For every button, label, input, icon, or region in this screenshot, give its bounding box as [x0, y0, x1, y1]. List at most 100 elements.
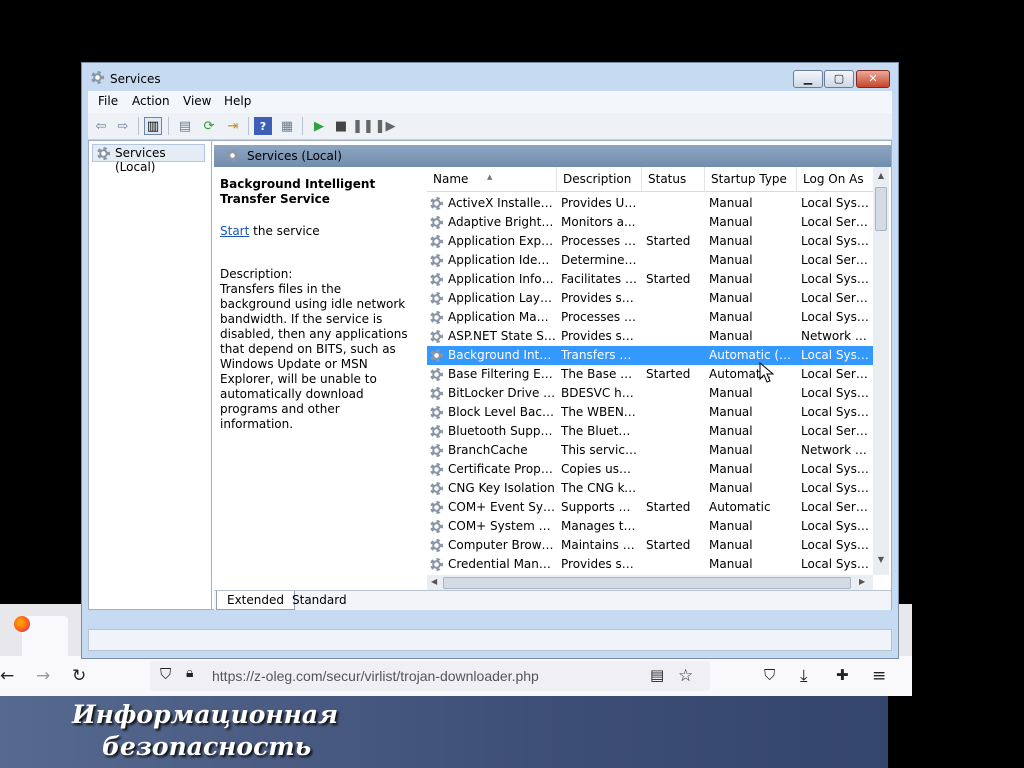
forward-arrow-icon[interactable]: ⇨: [114, 117, 132, 135]
table-row[interactable]: BitLocker Drive En... BDESVC hos... Manual…: [427, 384, 873, 403]
cell-startup-type: Manual: [709, 386, 753, 400]
cell-description: The Bluetoo...: [561, 424, 637, 438]
table-row[interactable]: BranchCache This service ... Manual Network…: [427, 441, 873, 460]
minimize-button[interactable]: ▁: [793, 70, 823, 88]
shield-icon[interactable]: ⛉: [160, 665, 171, 683]
service-gear-icon: [430, 501, 443, 514]
cell-status: [646, 403, 702, 422]
cell-startup-type: Manual: [709, 272, 753, 286]
table-row[interactable]: Computer Browser Maintains a... Started Man…: [427, 536, 873, 555]
maximize-icon: ▢: [833, 72, 845, 85]
cell-log-on-as: Local Service: [801, 367, 873, 381]
service-gear-icon: [430, 482, 443, 495]
table-row[interactable]: Application Mana... Processes in... Manual…: [427, 308, 873, 327]
stop-icon[interactable]: ■: [332, 117, 350, 135]
column-header-description[interactable]: Description: [557, 167, 642, 191]
console-tree-icon[interactable]: ▥: [144, 117, 162, 135]
forward-icon[interactable]: →: [36, 666, 50, 686]
reload-icon[interactable]: ↻: [72, 666, 86, 686]
url-text[interactable]: https://z-oleg.com/secur/virlist/trojan-…: [212, 668, 539, 684]
description-text: Transfers files in the background using …: [220, 282, 408, 431]
cell-startup-type: Manual: [709, 196, 753, 210]
service-name: BitLocker Drive En...: [448, 386, 556, 400]
cell-description: Maintains a...: [561, 538, 637, 552]
table-row[interactable]: Credential Manager Provides se... Manual Lo…: [427, 555, 873, 574]
table-row[interactable]: Adaptive Brightness Monitors a... Manual Lo…: [427, 213, 873, 232]
menu-view[interactable]: View: [183, 94, 211, 108]
scroll-up-icon[interactable]: ▲: [873, 171, 889, 180]
menu-action[interactable]: Action: [132, 94, 170, 108]
close-icon: ✕: [868, 72, 878, 85]
table-row[interactable]: Application Identity Determines ... Manual…: [427, 251, 873, 270]
vertical-scroll-thumb[interactable]: [875, 187, 887, 231]
url-bar[interactable]: ⛉ 🔒︎ https://z-oleg.com/secur/virlist/tr…: [150, 661, 710, 691]
table-row[interactable]: COM+ Event Syst... Supports Sy... Started A…: [427, 498, 873, 517]
pause-icon[interactable]: ❚❚: [352, 117, 374, 135]
service-name: Application Infor...: [448, 272, 556, 286]
scroll-right-icon[interactable]: ▶: [859, 577, 865, 586]
vertical-scrollbar[interactable]: ▲ ▼: [873, 167, 889, 575]
table-row[interactable]: COM+ System Ap... Manages th... Manual Loca…: [427, 517, 873, 536]
menu-file[interactable]: File: [98, 94, 118, 108]
menu-help[interactable]: Help: [224, 94, 251, 108]
play-icon[interactable]: ▶: [310, 117, 328, 135]
scroll-down-icon[interactable]: ▼: [873, 555, 889, 564]
table-row[interactable]: CNG Key Isolation The CNG ke... Manual Loca…: [427, 479, 873, 498]
tree-item-services-local[interactable]: Services (Local): [92, 144, 205, 174]
service-gear-icon: [430, 406, 443, 419]
table-row[interactable]: Certificate Propag... Copies user ... Manu…: [427, 460, 873, 479]
back-icon[interactable]: ←: [0, 666, 14, 686]
table-row[interactable]: Block Level Backu... The WBENG... Manual Lo…: [427, 403, 873, 422]
export-list-icon[interactable]: ⇥: [224, 117, 242, 135]
maximize-button[interactable]: ▢: [824, 70, 854, 88]
service-name: ActiveX Installer (...: [448, 196, 556, 210]
status-bar: [88, 629, 892, 651]
table-row[interactable]: Application Infor... Facilitates t... Star…: [427, 270, 873, 289]
cell-name: ASP.NET State Ser...: [430, 327, 556, 346]
table-row[interactable]: Base Filtering Engi... The Base Fil... Sta…: [427, 365, 873, 384]
table-row[interactable]: ActiveX Installer (... Provides Us... Manu…: [427, 194, 873, 213]
column-header-status[interactable]: Status: [642, 167, 705, 191]
cell-name: Base Filtering Engi...: [430, 365, 556, 384]
tab-standard[interactable]: Standard: [282, 591, 357, 609]
scroll-left-icon[interactable]: ◀: [431, 577, 437, 586]
view-icon[interactable]: ▦: [278, 117, 296, 135]
menu-icon[interactable]: ≡: [872, 666, 886, 686]
table-row[interactable]: Background Intelli... Transfers fil... Aut…: [427, 346, 873, 365]
cell-name: ActiveX Installer (...: [430, 194, 556, 213]
column-header-log-on-as[interactable]: Log On As: [797, 167, 873, 191]
cell-description: Monitors a...: [561, 215, 636, 229]
properties-icon[interactable]: ▤: [176, 117, 194, 135]
back-arrow-icon[interactable]: ⇦: [92, 117, 110, 135]
horizontal-scroll-thumb[interactable]: [443, 577, 851, 589]
table-row[interactable]: Application Experi... Processes a... Start…: [427, 232, 873, 251]
horizontal-scrollbar[interactable]: ◀ ▶: [427, 575, 873, 591]
cell-startup-type: Manual: [709, 234, 753, 248]
cell-log-on-as: Local Syste...: [801, 348, 873, 362]
close-button[interactable]: ✕: [856, 70, 890, 88]
extensions-icon[interactable]: ✚: [836, 666, 849, 684]
cell-log-on-as: Local Syste...: [801, 234, 873, 248]
start-service-link[interactable]: Start: [220, 224, 249, 238]
lock-icon[interactable]: 🔒︎: [186, 665, 193, 681]
column-header-name[interactable]: ▲ Name: [427, 167, 557, 191]
table-row[interactable]: ASP.NET State Ser... Provides su... Manual…: [427, 327, 873, 346]
table-row[interactable]: Bluetooth Support... The Bluetoo... Manual…: [427, 422, 873, 441]
reader-view-icon[interactable]: ▤: [650, 666, 664, 684]
help-icon[interactable]: ?: [254, 117, 272, 135]
cell-startup-type: Manual: [709, 310, 753, 324]
title-bar[interactable]: Services ▁ ▢ ✕: [82, 63, 898, 91]
restart-icon[interactable]: ❚▶: [375, 117, 396, 135]
view-tabs: Extended Standard: [214, 590, 891, 610]
cell-description: Provides se...: [561, 557, 637, 571]
cell-startup-type: Manual: [709, 424, 753, 438]
bookmark-star-icon[interactable]: ☆: [678, 666, 693, 686]
pocket-icon[interactable]: ⛉: [764, 666, 775, 684]
service-name: Computer Browser: [448, 538, 556, 552]
cell-name: BranchCache: [430, 441, 556, 460]
table-row[interactable]: Application Layer ... Provides su... Manua…: [427, 289, 873, 308]
column-header-startup-type[interactable]: Startup Type: [705, 167, 797, 191]
service-gear-icon: [430, 463, 443, 476]
downloads-icon[interactable]: ⤓: [800, 666, 808, 686]
refresh-icon[interactable]: ⟳: [200, 117, 218, 135]
